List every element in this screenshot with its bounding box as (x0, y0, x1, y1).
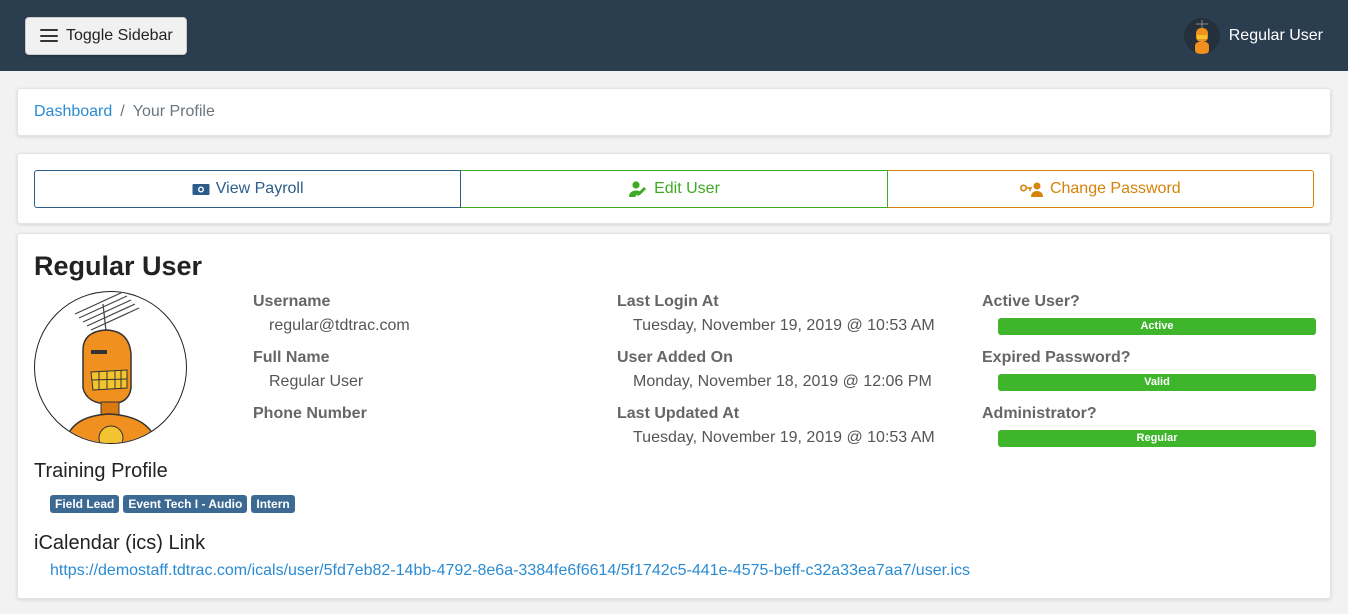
profile-column-dates: Last Login At Tuesday, November 19, 2019… (617, 292, 947, 460)
fullname-label: Full Name (253, 349, 330, 366)
added-value: Monday, November 18, 2019 @ 12:06 PM (633, 373, 932, 390)
page-title: Regular User (34, 251, 203, 281)
fullname-field: Full Name Regular User (253, 348, 583, 404)
breadcrumb-current: Your Profile (132, 103, 215, 120)
active-field: Active User? Active (982, 292, 1316, 348)
phone-field: Phone Number (253, 404, 583, 460)
profile-actions: View Payroll Edit User Change Password (17, 153, 1331, 224)
training-tags: Field Lead Event Tech I - Audio Intern (50, 495, 295, 513)
breadcrumb-dashboard-link[interactable]: Dashboard (34, 103, 112, 121)
profile-column-identity: Username regular@tdtrac.com Full Name Re… (253, 292, 583, 460)
change-password-button[interactable]: Change Password (887, 170, 1314, 208)
action-button-group: View Payroll Edit User Change Password (34, 170, 1314, 208)
user-avatar-icon (1183, 17, 1220, 54)
admin-field: Administrator? Regular (982, 404, 1316, 460)
last-login-field: Last Login At Tuesday, November 19, 2019… (617, 292, 947, 348)
user-name: Regular User (1228, 26, 1323, 44)
ical-link[interactable]: https://demostaff.tdtrac.com/icals/user/… (50, 562, 970, 580)
training-tag: Field Lead (50, 495, 120, 513)
view-payroll-label: View Payroll (215, 180, 304, 197)
active-status-badge: Active (998, 318, 1316, 335)
user-menu[interactable]: Regular User (1183, 17, 1323, 54)
money-bill-icon (192, 183, 210, 196)
user-edit-icon (628, 181, 648, 197)
fullname-value: Regular User (269, 373, 364, 390)
edit-user-button[interactable]: Edit User (461, 170, 888, 208)
profile-column-status: Active User? Active Expired Password? Va… (982, 292, 1316, 460)
added-label: User Added On (617, 349, 733, 366)
toggle-sidebar-label: Toggle Sidebar (66, 26, 173, 44)
admin-status-badge: Regular (998, 430, 1316, 447)
username-label: Username (253, 293, 331, 310)
toggle-sidebar-button[interactable]: Toggle Sidebar (25, 16, 187, 55)
ical-title: iCalendar (ics) Link (34, 532, 206, 554)
training-profile-title: Training Profile (34, 460, 168, 482)
admin-label: Administrator? (982, 405, 1097, 422)
updated-field: Last Updated At Tuesday, November 19, 20… (617, 404, 947, 460)
expired-field: Expired Password? Valid (982, 348, 1316, 404)
active-label: Active User? (982, 293, 1080, 310)
username-field: Username regular@tdtrac.com (253, 292, 583, 348)
added-field: User Added On Monday, November 18, 2019 … (617, 348, 947, 404)
last-login-value: Tuesday, November 19, 2019 @ 10:53 AM (633, 317, 935, 334)
breadcrumb: Dashboard / Your Profile (17, 88, 1331, 136)
change-password-label: Change Password (1049, 180, 1181, 197)
expired-label: Expired Password? (982, 349, 1131, 366)
edit-user-label: Edit User (654, 180, 720, 197)
user-key-icon (1019, 182, 1044, 197)
training-tag: Intern (251, 495, 295, 513)
breadcrumb-separator: / (120, 103, 125, 120)
last-login-label: Last Login At (617, 293, 719, 310)
expired-status-badge: Valid (998, 374, 1316, 391)
updated-value: Tuesday, November 19, 2019 @ 10:53 AM (633, 429, 935, 446)
view-payroll-button[interactable]: View Payroll (34, 170, 462, 208)
updated-label: Last Updated At (617, 405, 740, 422)
hamburger-icon (40, 29, 58, 42)
robot-avatar (34, 291, 187, 444)
phone-label: Phone Number (253, 405, 367, 422)
profile-details: Regular User Username regular@tdtrac.com (17, 233, 1331, 599)
username-value: regular@tdtrac.com (269, 317, 410, 334)
top-navbar: Toggle Sidebar Regular User (0, 0, 1348, 71)
training-tag: Event Tech I - Audio (123, 495, 248, 513)
